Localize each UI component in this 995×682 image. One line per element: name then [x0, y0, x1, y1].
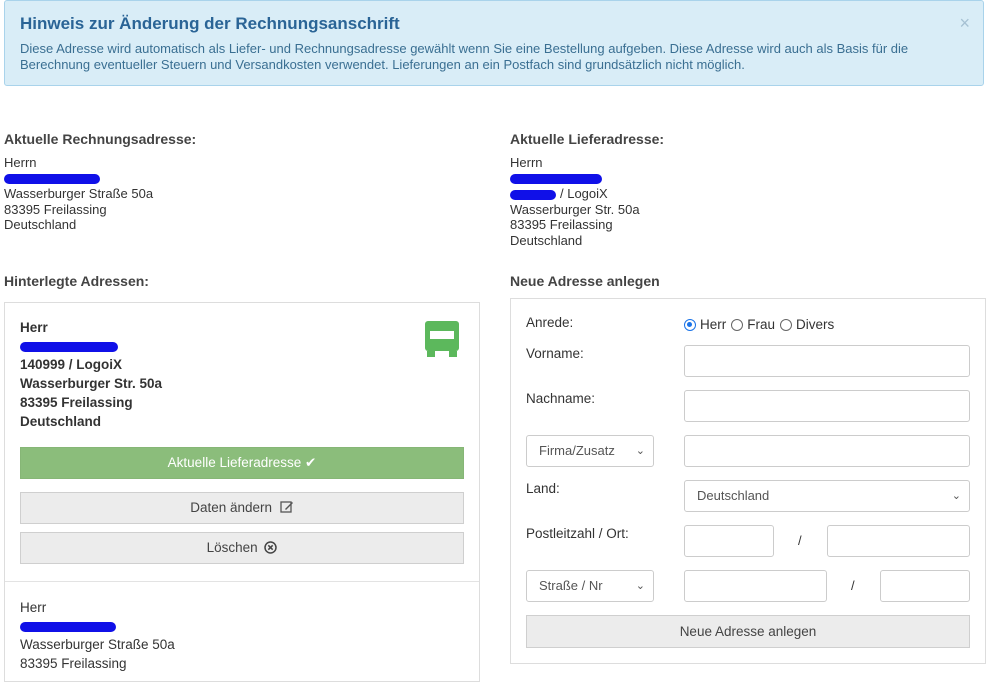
ort-input[interactable] — [827, 525, 970, 557]
alert-title: Hinweis zur Änderung der Rechnungsanschr… — [20, 14, 400, 33]
street-select-value: Straße / Nr — [539, 578, 603, 593]
card-company: 140999 / LogoiX — [20, 357, 123, 373]
street-input[interactable] — [684, 570, 827, 602]
delete-icon — [264, 541, 278, 554]
firma-input[interactable] — [684, 435, 970, 467]
plz-label: Postleitzahl / Ort: — [526, 526, 629, 541]
shipping-country: Deutschland — [510, 232, 583, 248]
edit-address-button[interactable]: Daten ändern — [20, 492, 464, 524]
radio-frau[interactable]: Frau — [731, 317, 775, 332]
plz-input[interactable] — [684, 525, 774, 557]
chevron-down-icon: ⌄ — [951, 490, 961, 502]
current-shipping-address-button[interactable]: Aktuelle Lieferadresse ✔ — [20, 447, 464, 479]
shipping-company-line: / LogoiX — [510, 186, 640, 202]
edit-label: Daten ändern — [190, 500, 273, 515]
delete-label: Löschen — [206, 540, 258, 555]
radio-label: Divers — [796, 317, 835, 332]
create-address-button[interactable]: Neue Adresse anlegen — [526, 615, 970, 648]
shipping-company: / LogoiX — [560, 186, 608, 201]
firma-select-value: Firma/Zusatz — [539, 443, 615, 458]
redacted-name — [20, 618, 175, 637]
truck-icon — [425, 321, 459, 357]
edit-icon — [280, 501, 293, 513]
card-salutation: Herr — [20, 600, 47, 615]
nachname-label: Nachname: — [526, 391, 596, 406]
card-divider — [5, 581, 479, 582]
chevron-down-icon: ⌄ — [635, 580, 645, 592]
vorname-input[interactable] — [684, 345, 970, 377]
billing-heading: Aktuelle Rechnungsadresse: — [4, 131, 197, 147]
billing-country: Deutschland — [4, 217, 77, 232]
card-country: Deutschland — [20, 413, 102, 429]
billing-salutation: Herrn — [4, 155, 37, 170]
radio-herr[interactable]: Herr — [684, 317, 726, 332]
new-address-heading: Neue Adresse anlegen — [510, 273, 660, 289]
billing-address: Herrn Wasserburger Straße 50a 83395 Frei… — [4, 155, 153, 233]
vorname-label: Vorname: — [526, 346, 584, 361]
radio-label: Frau — [747, 317, 776, 332]
radio-button[interactable] — [780, 318, 793, 331]
redacted-name — [510, 171, 640, 187]
shipping-city: 83395 Freilassing — [510, 217, 613, 232]
land-select-value: Deutschland — [697, 488, 770, 503]
delete-address-button[interactable]: Löschen — [20, 532, 464, 564]
firma-select[interactable]: Firma/Zusatz ⌄ — [526, 435, 654, 467]
card-street: Wasserburger Straße 50a — [20, 637, 175, 652]
close-icon[interactable]: × — [959, 13, 970, 34]
radio-divers[interactable]: Divers — [780, 317, 834, 332]
nachname-input[interactable] — [684, 390, 970, 422]
saved-address-card: Herr 140999 / LogoiX Wasserburger Str. 5… — [20, 319, 162, 431]
billing-street: Wasserburger Straße 50a — [4, 186, 154, 201]
billing-city: 83395 Freilassing — [4, 201, 107, 217]
card-street: Wasserburger Str. 50a — [20, 376, 163, 392]
card-city: 83395 Freilassing — [20, 394, 133, 410]
saved-address-list: Herr 140999 / LogoiX Wasserburger Str. 5… — [4, 302, 480, 682]
shipping-heading: Aktuelle Lieferadresse: — [510, 131, 665, 147]
street-type-select[interactable]: Straße / Nr ⌄ — [526, 570, 654, 602]
saved-heading: Hinterlegte Adressen: — [4, 273, 149, 289]
redacted-name — [20, 338, 162, 357]
redacted-name — [4, 171, 153, 187]
anrede-label: Anrede: — [526, 315, 574, 330]
alert-text: Diese Adresse wird automatisch als Liefe… — [20, 41, 909, 72]
new-address-form: Anrede: Herr Frau Divers Vorname: Nachna… — [510, 298, 986, 664]
shipping-address: Herrn / LogoiX Wasserburger Str. 50a 833… — [510, 155, 640, 248]
house-number-input[interactable] — [880, 570, 970, 602]
radio-label: Herr — [700, 317, 727, 332]
shipping-street: Wasserburger Str. 50a — [510, 201, 640, 217]
shipping-salutation: Herrn — [510, 155, 543, 170]
card-city: 83395 Freilassing — [20, 655, 127, 671]
info-alert: Hinweis zur Änderung der Rechnungsanschr… — [4, 0, 984, 86]
radio-button[interactable] — [684, 318, 696, 331]
separator: / — [851, 578, 855, 593]
card-salutation: Herr — [20, 320, 48, 335]
chevron-down-icon: ⌄ — [635, 445, 645, 457]
separator: / — [798, 533, 802, 548]
land-select[interactable]: Deutschland ⌄ — [684, 480, 970, 512]
radio-button[interactable] — [731, 318, 744, 331]
anrede-radio-group: Herr Frau Divers — [684, 317, 839, 332]
land-label: Land: — [526, 481, 560, 496]
saved-address-card: Herr Wasserburger Straße 50a 83395 Freil… — [20, 599, 175, 673]
